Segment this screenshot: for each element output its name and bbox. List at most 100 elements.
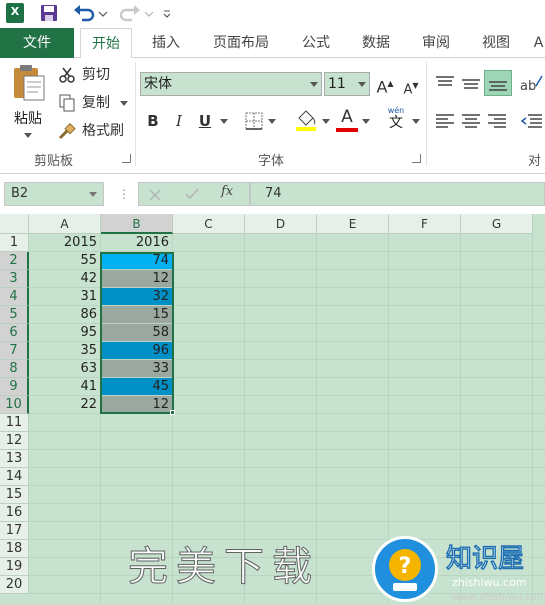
cell-a3[interactable]: 42 (29, 270, 101, 288)
row-header-16[interactable]: 16 (0, 504, 29, 522)
column-header-f[interactable]: F (389, 214, 461, 234)
undo-icon[interactable] (72, 3, 96, 23)
name-box[interactable]: B2 (4, 182, 104, 206)
row-header-4[interactable]: 4 (0, 288, 29, 306)
cell-a1[interactable]: 2015 (29, 234, 101, 252)
row-header-2[interactable]: 2 (0, 252, 29, 270)
column-header-c[interactable]: C (173, 214, 245, 234)
row-header-1[interactable]: 1 (0, 234, 29, 252)
cell-a5[interactable]: 86 (29, 306, 101, 324)
column-header-e[interactable]: E (317, 214, 389, 234)
row-header-10[interactable]: 10 (0, 396, 29, 414)
font-name-value: 宋体 (144, 76, 172, 92)
row-header-17[interactable]: 17 (0, 522, 29, 540)
copy-button[interactable]: 复制 (58, 92, 130, 114)
tab-data[interactable]: 数据 (352, 28, 400, 58)
save-icon[interactable] (40, 3, 58, 23)
phonetic-pinyin: wén (387, 106, 405, 115)
row-header-14[interactable]: 14 (0, 468, 29, 486)
tab-review[interactable]: 审阅 (412, 28, 460, 58)
column-header-b[interactable]: B (101, 214, 173, 234)
font-name-select[interactable]: 宋体 (140, 72, 322, 96)
row-header-15[interactable]: 15 (0, 486, 29, 504)
column-header-g[interactable]: G (461, 214, 533, 234)
tab-insert[interactable]: 插入 (142, 28, 190, 58)
align-top-icon[interactable] (434, 74, 456, 92)
cell-a10[interactable]: 22 (29, 396, 101, 414)
align-left-icon[interactable] (434, 112, 456, 130)
enter-check-icon[interactable] (185, 188, 199, 200)
row-header-7[interactable]: 7 (0, 342, 29, 360)
customize-toolbar-icon[interactable] (162, 3, 172, 23)
tab-more[interactable]: A (532, 28, 545, 58)
row-header-5[interactable]: 5 (0, 306, 29, 324)
gridline (29, 521, 545, 522)
row-header-12[interactable]: 12 (0, 432, 29, 450)
paste-dropdown-icon[interactable] (23, 132, 33, 140)
row-header-9[interactable]: 9 (0, 378, 29, 396)
row-header-3[interactable]: 3 (0, 270, 29, 288)
select-all-corner[interactable] (0, 214, 29, 234)
phonetic-button[interactable]: wén 文 (384, 106, 408, 131)
cell-a7[interactable]: 35 (29, 342, 101, 360)
align-middle-icon[interactable] (460, 74, 482, 92)
cell-a9[interactable]: 41 (29, 378, 101, 396)
orientation-icon[interactable]: ab (518, 72, 544, 94)
undo-dropdown-icon[interactable] (98, 3, 108, 23)
tab-view[interactable]: 视图 (472, 28, 520, 58)
insert-function-button[interactable]: fx (221, 184, 233, 199)
align-right-icon[interactable] (486, 112, 508, 130)
formula-input[interactable]: 74 (250, 182, 545, 206)
copy-dropdown-icon[interactable] (120, 101, 128, 107)
grow-font-button[interactable]: A▲ (374, 73, 396, 96)
decrease-indent-icon[interactable] (520, 112, 544, 130)
row-header-8[interactable]: 8 (0, 360, 29, 378)
formula-bar-grip[interactable]: ⋮ (118, 185, 130, 203)
fill-handle[interactable] (170, 410, 175, 415)
tab-formulas[interactable]: 公式 (292, 28, 340, 58)
cancel-icon[interactable] (149, 189, 161, 201)
column-header-a[interactable]: A (29, 214, 101, 234)
cell-b1[interactable]: 2016 (101, 234, 173, 252)
row-header-11[interactable]: 11 (0, 414, 29, 432)
cell-a8[interactable]: 63 (29, 360, 101, 378)
cell-a4[interactable]: 31 (29, 288, 101, 306)
fill-color-icon[interactable] (294, 108, 318, 132)
paste-button[interactable]: 粘贴 (6, 62, 50, 144)
fill-color-dropdown-icon[interactable] (322, 119, 330, 125)
underline-button[interactable]: U (196, 110, 214, 132)
align-bottom-button[interactable] (484, 70, 512, 96)
italic-button[interactable]: I (170, 110, 188, 132)
tab-file[interactable]: 文件 (0, 28, 74, 58)
phonetic-dropdown-icon[interactable] (412, 119, 420, 125)
format-painter-icon (58, 123, 76, 140)
cell-a6[interactable]: 95 (29, 324, 101, 342)
borders-icon[interactable] (244, 111, 264, 131)
row-header-6[interactable]: 6 (0, 324, 29, 342)
bold-button[interactable]: B (144, 110, 162, 132)
row-header-18[interactable]: 18 (0, 540, 29, 558)
redo-icon[interactable] (118, 3, 142, 23)
redo-dropdown-icon[interactable] (144, 3, 154, 23)
clipboard-dialog-launcher-icon[interactable] (122, 154, 131, 163)
font-color-button[interactable]: A (336, 106, 358, 128)
underline-dropdown-icon[interactable] (220, 119, 228, 125)
font-dialog-launcher-icon[interactable] (412, 154, 421, 163)
tab-page-layout[interactable]: 页面布局 (202, 28, 280, 58)
column-header-d[interactable]: D (245, 214, 317, 234)
align-center-icon[interactable] (460, 112, 482, 130)
tab-home[interactable]: 开始 (80, 28, 132, 59)
font-size-value: 11 (328, 76, 346, 92)
borders-dropdown-icon[interactable] (268, 119, 276, 125)
worksheet-grid[interactable]: ABCDEFG 1 2 3 4 5 6 7 8 9 10 11 12 13 14 15 16 17 18 19 20 … (0, 214, 545, 605)
gridline (29, 431, 545, 432)
row-header-13[interactable]: 13 (0, 450, 29, 468)
row-header-20[interactable]: 20 (0, 576, 29, 594)
ribbon: 粘贴 剪切 复制 格式刷 剪贴板 宋体 11 A▲ A▼ B I U A wén… (0, 58, 545, 174)
shrink-font-button[interactable]: A▼ (400, 75, 422, 97)
font-color-dropdown-icon[interactable] (362, 119, 370, 125)
row-header-19[interactable]: 19 (0, 558, 29, 576)
cell-a2[interactable]: 55 (29, 252, 101, 270)
font-size-select[interactable]: 11 (324, 72, 370, 96)
clipboard-group-label: 剪贴板 (34, 154, 74, 169)
